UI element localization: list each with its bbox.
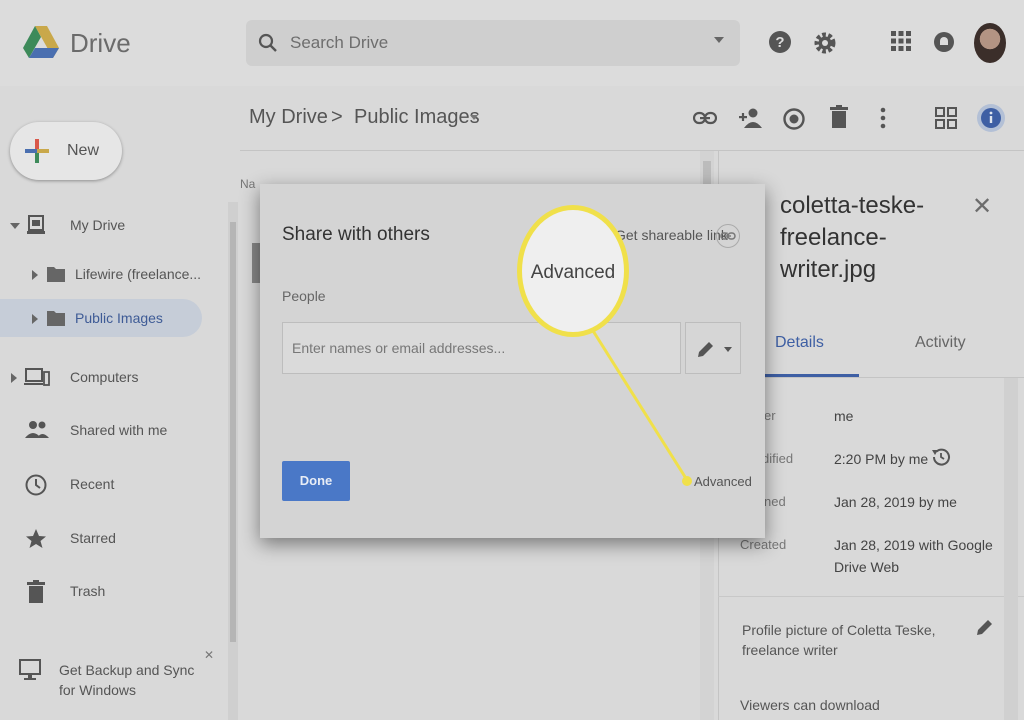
advanced-callout-magnifier: Advanced [517, 205, 629, 337]
callout-label: Advanced [530, 262, 616, 283]
callout-pointer-line [588, 325, 692, 486]
